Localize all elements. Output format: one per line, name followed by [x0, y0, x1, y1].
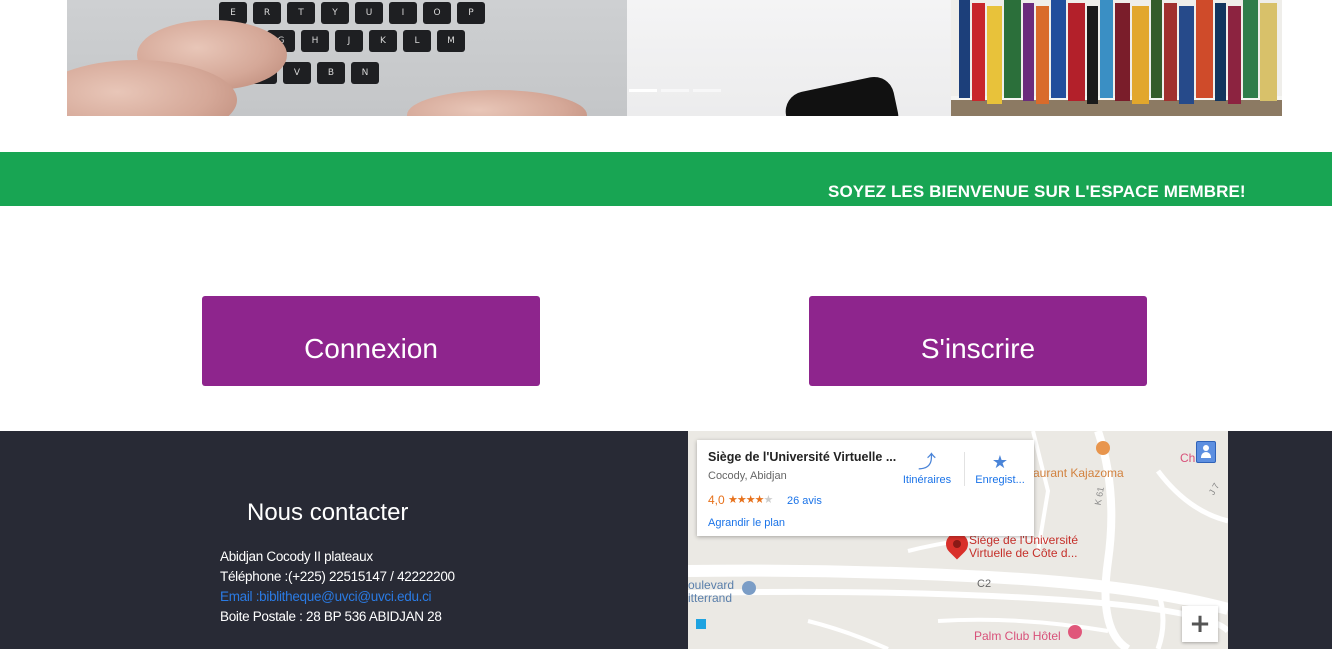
book-spine: [987, 6, 1002, 104]
star-filled-icon: ★: [736, 494, 747, 506]
directions-icon: ⤴: [918, 452, 936, 472]
street-view-pegman-icon[interactable]: [1196, 441, 1216, 463]
place-subtitle: Cocody, Abidjan: [708, 470, 787, 482]
welcome-banner: SOYEZ LES BIENVENUE SUR L'ESPACE MEMBRE!: [0, 152, 1332, 206]
contact-phone: Téléphone :(+225) 22515147 / 42222200: [220, 569, 455, 584]
book-spine: [1215, 3, 1226, 101]
directions-label: Itinéraires: [902, 474, 952, 486]
welcome-text: SOYEZ LES BIENVENUE SUR L'ESPACE MEMBRE!: [828, 182, 1246, 201]
keyboard-key: R: [253, 2, 281, 24]
book-spine: [1023, 3, 1034, 101]
keyboard-key: O: [423, 2, 451, 24]
map-label-road-c2: C2: [977, 578, 992, 590]
keyboard-key: H: [301, 30, 329, 52]
keyboard-key: L: [403, 30, 431, 52]
book-spine: [1068, 3, 1085, 101]
star-filled-icon: ★: [745, 494, 756, 506]
keyboard-key: K: [369, 30, 397, 52]
reviews-link[interactable]: 26 avis: [787, 495, 822, 507]
book-spine: [1260, 3, 1277, 101]
slider-dot-2[interactable]: [661, 89, 689, 92]
star-icon: ★: [991, 452, 1009, 472]
keyboard-key: U: [355, 2, 383, 24]
keyboard-key: B: [317, 62, 345, 84]
slide-image-keyboard: ERTYUIOPFGHJKLMCVBN: [67, 0, 627, 116]
slide-image-bookshelf: [951, 0, 1282, 116]
map-label-place-line2: Virtuelle de Côte d...: [969, 546, 1078, 560]
slider-dot-1[interactable]: [629, 89, 657, 92]
book-spine: [1228, 6, 1241, 104]
slider-dot-3[interactable]: [693, 89, 721, 92]
save-label: Enregist...: [975, 474, 1025, 486]
book-spine: [1100, 0, 1113, 98]
rating-stars-icon: ★★★★★: [728, 493, 774, 506]
footer: Nous contacter Abidjan Cocody II plateau…: [0, 431, 1332, 649]
contact-postal: Boite Postale : 28 BP 536 ABIDJAN 28: [220, 609, 442, 624]
directions-button[interactable]: ⤴ Itinéraires: [894, 450, 960, 486]
book-spine: [1115, 3, 1130, 101]
contact-title: Nous contacter: [247, 499, 409, 526]
book-spine: [959, 0, 970, 98]
keyboard-key: I: [389, 2, 417, 24]
book-spine: [972, 3, 985, 101]
book-spine: [1196, 0, 1213, 98]
hero-slider: ERTYUIOPFGHJKLMCVBN: [67, 0, 1282, 116]
map-label-boulevard-line2: itterrand: [688, 591, 733, 605]
slider-indicators: [629, 89, 721, 92]
book-spine: [1051, 0, 1066, 98]
save-place-button[interactable]: ★ Enregist...: [967, 450, 1033, 486]
book-spine: [1004, 0, 1021, 98]
map-label-palm-club: Palm Club Hôtel: [974, 629, 1061, 643]
card-divider: [964, 452, 965, 486]
keyboard-key: N: [351, 62, 379, 84]
book-spine: [1036, 6, 1049, 104]
contact-email-link[interactable]: Email :biblitheque@uvci@uvci.edu.ci: [220, 587, 455, 607]
keyboard-key: J: [335, 30, 363, 52]
map-label-restaurant: aurant Kajazoma: [1033, 466, 1124, 480]
embedded-map[interactable]: aurant Kajazoma Siège de l'Université Vi…: [688, 431, 1228, 649]
star-filled-icon: ★: [754, 494, 765, 506]
page: ERTYUIOPFGHJKLMCVBN SOYEZ LES BIENVENUE …: [0, 0, 1332, 649]
contact-info: Abidjan Cocody II plateaux Téléphone :(+…: [220, 547, 455, 627]
register-button[interactable]: S'inscrire: [809, 296, 1147, 386]
book-spine: [1164, 3, 1177, 101]
star-filled-icon: ★: [728, 494, 738, 506]
enlarge-map-link[interactable]: Agrandir le plan: [708, 517, 785, 529]
book-spine: [1151, 0, 1162, 98]
book-spine: [1243, 0, 1258, 98]
zoom-in-button[interactable]: +: [1182, 606, 1218, 642]
map-label-boulevard-line1: oulevard: [688, 578, 735, 592]
map-place-card: Siège de l'Université Virtuelle ... Coco…: [697, 440, 1034, 536]
book-spine: [1087, 6, 1098, 104]
login-button[interactable]: Connexion: [202, 296, 540, 386]
keyboard-key: Y: [321, 2, 349, 24]
place-title: Siège de l'Université Virtuelle ...: [708, 450, 897, 464]
map-label-top-right: Ch: [1180, 451, 1196, 465]
star-empty-icon: ★: [763, 494, 774, 506]
contact-address: Abidjan Cocody II plateaux: [220, 549, 373, 564]
keyboard-key: P: [457, 2, 485, 24]
book-spine: [1179, 6, 1194, 104]
slide-image-desk: [627, 0, 951, 116]
place-rating: 4,0: [708, 493, 725, 507]
keyboard-key: T: [287, 2, 315, 24]
keyboard-key: M: [437, 30, 465, 52]
keyboard-key: V: [283, 62, 311, 84]
book-spine: [1132, 6, 1149, 104]
